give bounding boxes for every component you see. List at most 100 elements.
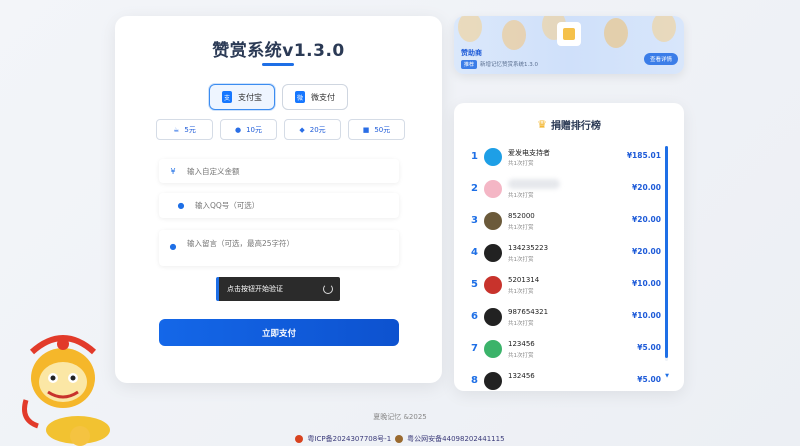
avatar	[484, 308, 502, 326]
footer-copyright: 夏晚记忆 &2025	[373, 413, 427, 421]
crown-icon: ♛	[537, 118, 547, 131]
donation-amount: ¥5.00	[637, 375, 661, 384]
sponsor-tag: 推荐	[461, 60, 478, 69]
refresh-icon[interactable]	[323, 284, 333, 294]
donation-amount: ¥20.00	[632, 183, 661, 192]
amount-label: 10元	[246, 125, 263, 134]
amount-20-button[interactable]: ◆ 20元	[284, 119, 341, 140]
cake-icon: ◆	[299, 125, 305, 134]
yuan-icon: ¥	[170, 166, 176, 176]
chat-icon: ●	[169, 242, 177, 251]
message-input[interactable]	[187, 238, 399, 256]
donation-count: 共1次打赏	[508, 321, 534, 327]
rank-number: 4	[471, 247, 478, 258]
donation-amount: ¥10.00	[632, 311, 661, 320]
sponsor-banner[interactable]: 赞助商 推荐 新增记忆赞赏系统1.3.0 查看详情	[454, 16, 684, 74]
donation-count: 共1次打赏	[508, 225, 534, 231]
donation-count: 共1次打赏	[508, 289, 534, 295]
sponsor-desc: 新增记忆赞赏系统1.3.0	[480, 62, 538, 68]
pay-now-button[interactable]: 立即支付	[159, 319, 399, 346]
rank-number: 8	[471, 375, 478, 386]
donor-name: 987654321	[508, 308, 549, 316]
sponsor-logo	[557, 22, 581, 46]
sponsor-detail-button[interactable]: 查看详情	[643, 53, 678, 65]
amount-10-button[interactable]: ● 10元	[220, 119, 277, 140]
donation-amount: ¥20.00	[632, 215, 661, 224]
payment-card: 赞赏系统v1.3.0 支 支付宝 微 微支付 ☕ 5元 ● 10元 ◆ 20元 …	[115, 16, 442, 383]
ranking-row: 6 987654321 共1次打赏 ¥10.00	[471, 306, 661, 332]
avatar	[484, 244, 502, 262]
verify-label: 点击按钮开始验证	[227, 285, 283, 293]
ranking-title-text: 捐赠排行榜	[550, 121, 601, 132]
footer-icp: 粤ICP备2024307708号-1 粤公网安备44098202441115	[0, 434, 800, 444]
message-field[interactable]: ●	[159, 230, 399, 266]
food-icon: ●	[234, 125, 242, 134]
donor-name: 爱发电支持者	[508, 149, 550, 157]
decoration	[458, 16, 482, 42]
custom-amount-input[interactable]	[187, 166, 399, 176]
donation-amount: ¥5.00	[637, 343, 661, 352]
rank-number: 1	[471, 151, 478, 162]
ranking-row: 2 共1次打赏 ¥20.00	[471, 178, 661, 204]
ranking-row: 8 132456 ¥5.00	[471, 370, 661, 391]
gift-icon: ■	[362, 125, 370, 134]
wechat-pay-button[interactable]: 微 微支付	[282, 84, 348, 110]
avatar	[484, 372, 502, 390]
decoration	[604, 18, 628, 48]
custom-amount-field[interactable]: ¥	[159, 159, 399, 183]
ranking-row: 4 134235223 共1次打赏 ¥20.00	[471, 242, 661, 268]
avatar	[484, 212, 502, 230]
donation-count: 共1次打赏	[508, 193, 534, 199]
donation-count: 共1次打赏	[508, 161, 534, 167]
donor-name: 134235223	[508, 244, 549, 252]
rank-number: 7	[471, 343, 478, 354]
amount-label: 20元	[309, 125, 326, 134]
icp-link[interactable]: 粤ICP备2024307708号-1	[307, 434, 391, 444]
alipay-label: 支付宝	[238, 92, 262, 102]
ranking-row: 1 爱发电支持者 共1次打赏 ¥185.01	[471, 146, 661, 172]
rank-number: 2	[471, 183, 478, 194]
wechat-icon: 微	[295, 91, 305, 103]
donation-amount: ¥10.00	[632, 279, 661, 288]
donor-name: 123456	[508, 340, 535, 348]
ranking-row: 3 852000 共1次打赏 ¥20.00	[471, 210, 661, 236]
coffee-icon: ☕	[173, 125, 180, 134]
blurred-name	[508, 179, 560, 189]
amount-5-button[interactable]: ☕ 5元	[156, 119, 213, 140]
title-underline	[262, 63, 294, 66]
wechat-pay-label: 微支付	[311, 92, 335, 102]
qq-icon: ●	[177, 201, 185, 210]
donor-name: 5201314	[508, 276, 540, 284]
donation-count: 共1次打赏	[508, 257, 534, 263]
ranking-title: ♛ 捐赠排行榜	[454, 117, 684, 132]
icp-badge-icon	[295, 435, 304, 443]
amount-label: 5元	[184, 125, 196, 134]
scroll-down-icon[interactable]: ▼	[665, 373, 669, 379]
avatar	[484, 276, 502, 294]
police-badge-icon	[395, 435, 404, 443]
avatar	[484, 148, 502, 166]
donation-amount: ¥20.00	[632, 247, 661, 256]
sponsor-name: 赞助商	[461, 49, 482, 57]
amount-label: 50元	[374, 125, 391, 134]
avatar	[484, 180, 502, 198]
scrollbar-thumb[interactable]	[665, 146, 668, 358]
qq-input[interactable]	[195, 201, 399, 210]
mascot-lion-image	[22, 335, 110, 446]
rank-number: 5	[471, 279, 478, 290]
page-title: 赞赏系统v1.3.0	[212, 41, 345, 61]
alipay-icon: 支	[222, 91, 232, 103]
rank-number: 6	[471, 311, 478, 322]
amount-50-button[interactable]: ■ 50元	[348, 119, 405, 140]
qq-field[interactable]: ●	[159, 193, 399, 218]
donor-name: 852000	[508, 212, 535, 220]
decoration	[502, 20, 526, 50]
donation-amount: ¥185.01	[626, 151, 661, 160]
ranking-card: ♛ 捐赠排行榜 1 爱发电支持者 共1次打赏 ¥185.01 2 共1次打赏 ¥20.00 3…	[454, 103, 684, 391]
police-link[interactable]: 粤公网安备44098202441115	[407, 434, 504, 444]
donor-name	[508, 179, 560, 189]
ranking-row: 7 123456 共1次打赏 ¥5.00	[471, 338, 661, 364]
avatar	[484, 340, 502, 358]
captcha-verify-button[interactable]: 点击按钮开始验证	[216, 277, 340, 301]
alipay-button[interactable]: 支 支付宝	[209, 84, 275, 110]
